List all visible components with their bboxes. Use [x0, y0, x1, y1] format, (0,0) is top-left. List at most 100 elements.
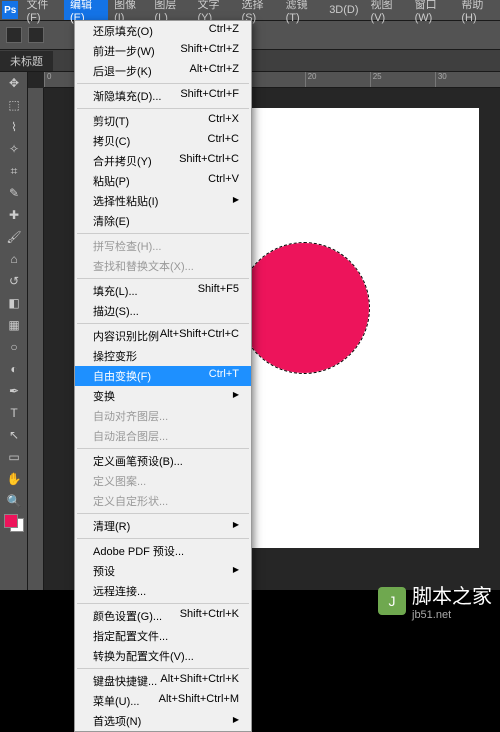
menu-item-label: 预设: [93, 563, 115, 579]
menu-item-label: 远程连接...: [93, 583, 146, 599]
menu-1[interactable]: 编辑(E): [64, 0, 108, 20]
menu-item-shortcut: Shift+F5: [198, 283, 239, 299]
heal-tool[interactable]: ✚: [2, 205, 26, 225]
type-tool[interactable]: T: [2, 403, 26, 423]
menu-item-label: 定义自定形状...: [93, 493, 168, 509]
crop-tool[interactable]: ⌗: [2, 161, 26, 181]
gradient-tool[interactable]: ▦: [2, 315, 26, 335]
blur-tool[interactable]: ○: [2, 337, 26, 357]
brush-tool[interactable]: 🖌: [2, 227, 26, 247]
menu-item[interactable]: 描边(S)...: [75, 301, 251, 321]
watermark: J 脚本之家 jb51.net: [378, 580, 492, 621]
ruler-tick: 25: [370, 72, 435, 87]
menu-item-shortcut: Alt+Ctrl+Z: [189, 63, 239, 79]
menu-item-label: Adobe PDF 预设...: [93, 543, 184, 559]
menu-item[interactable]: 清除(E): [75, 211, 251, 231]
menu-item-shortcut: [229, 193, 239, 209]
menu-item[interactable]: 远程连接...: [75, 581, 251, 601]
menu-item: 定义自定形状...: [75, 491, 251, 511]
menu-item-shortcut: Shift+Ctrl+C: [179, 153, 239, 169]
edit-menu-dropdown: 还原填充(O)Ctrl+Z前进一步(W)Shift+Ctrl+Z后退一步(K)A…: [74, 20, 252, 732]
menu-item[interactable]: 选择性粘贴(I): [75, 191, 251, 211]
opt-icon[interactable]: [28, 27, 44, 43]
menu-item[interactable]: Adobe PDF 预设...: [75, 541, 251, 561]
menu-item[interactable]: 预设: [75, 561, 251, 581]
menu-8[interactable]: 视图(V): [365, 0, 409, 20]
menu-item[interactable]: 自由变换(F)Ctrl+T: [75, 366, 251, 386]
menu-item[interactable]: 清理(R): [75, 516, 251, 536]
menu-item-label: 转换为配置文件(V)...: [93, 648, 194, 664]
menu-item-label: 粘贴(P): [93, 173, 130, 189]
lasso-tool[interactable]: ⌇: [2, 117, 26, 137]
menu-3[interactable]: 图层(L): [148, 0, 191, 20]
menu-item-label: 拼写检查(H)...: [93, 238, 161, 254]
eyedropper-tool[interactable]: ✎: [2, 183, 26, 203]
menu-item-label: 定义图案...: [93, 473, 146, 489]
menu-item-label: 颜色设置(G)...: [93, 608, 162, 624]
menu-0[interactable]: 文件(F): [20, 0, 64, 20]
menu-item[interactable]: 转换为配置文件(V)...: [75, 646, 251, 666]
menu-6[interactable]: 滤镜(T): [280, 0, 324, 20]
menu-item-label: 菜单(U)...: [93, 693, 139, 709]
rect-tool[interactable]: ▭: [2, 447, 26, 467]
stamp-tool[interactable]: ⌂: [2, 249, 26, 269]
menu-item-shortcut: [229, 518, 239, 534]
menu-item-shortcut: [229, 563, 239, 579]
menu-item[interactable]: 指定配置文件...: [75, 626, 251, 646]
menu-item-label: 自动混合图层...: [93, 428, 168, 444]
menu-item[interactable]: 操控变形: [75, 346, 251, 366]
menu-item-shortcut: Ctrl+T: [209, 368, 239, 384]
menu-item[interactable]: 还原填充(O)Ctrl+Z: [75, 21, 251, 41]
menu-item-label: 合并拷贝(Y): [93, 153, 152, 169]
menu-5[interactable]: 选择(S): [236, 0, 280, 20]
menu-item-label: 查找和替换文本(X)...: [93, 258, 194, 274]
menu-item[interactable]: 内容识别比例Alt+Shift+Ctrl+C: [75, 326, 251, 346]
menu-item[interactable]: 剪切(T)Ctrl+X: [75, 111, 251, 131]
menu-10[interactable]: 帮助(H): [455, 0, 500, 20]
menu-4[interactable]: 文字(Y): [191, 0, 235, 20]
menu-item[interactable]: 前进一步(W)Shift+Ctrl+Z: [75, 41, 251, 61]
menu-item[interactable]: 填充(L)...Shift+F5: [75, 281, 251, 301]
menu-item-shortcut: Ctrl+C: [208, 133, 239, 149]
menu-item: 自动混合图层...: [75, 426, 251, 446]
menu-item[interactable]: 粘贴(P)Ctrl+V: [75, 171, 251, 191]
ellipse-selection[interactable]: [239, 243, 369, 373]
menu-item[interactable]: 合并拷贝(Y) Shift+Ctrl+C: [75, 151, 251, 171]
menu-item-label: 选择性粘贴(I): [93, 193, 158, 209]
zoom-tool[interactable]: 🔍: [2, 491, 26, 511]
menu-item[interactable]: 键盘快捷键...Alt+Shift+Ctrl+K: [75, 671, 251, 691]
path-tool[interactable]: ↖: [2, 425, 26, 445]
ruler-vertical: [28, 88, 44, 590]
history-tool[interactable]: ↺: [2, 271, 26, 291]
pen-tool[interactable]: ✒: [2, 381, 26, 401]
menu-item-label: 清理(R): [93, 518, 130, 534]
menu-item[interactable]: 拷贝(C)Ctrl+C: [75, 131, 251, 151]
menu-item[interactable]: 变换: [75, 386, 251, 406]
menu-2[interactable]: 图像(I): [108, 0, 148, 20]
color-swatch[interactable]: [4, 514, 24, 532]
menu-9[interactable]: 窗口(W): [409, 0, 456, 20]
menu-item[interactable]: 定义画笔预设(B)...: [75, 451, 251, 471]
hand-tool[interactable]: ✋: [2, 469, 26, 489]
fg-color[interactable]: [4, 514, 18, 528]
menu-7[interactable]: 3D(D): [323, 0, 364, 20]
tools-panel: ✥⬚⌇✧⌗✎✚🖌⌂↺◧▦○◐✒T↖▭✋🔍: [0, 72, 28, 590]
menu-item[interactable]: 首选项(N): [75, 711, 251, 731]
menu-item-label: 操控变形: [93, 348, 137, 364]
dodge-tool[interactable]: ◐: [2, 359, 26, 379]
ps-logo-icon: Ps: [2, 1, 18, 19]
menu-item-label: 首选项(N): [93, 713, 141, 729]
menu-item[interactable]: 颜色设置(G)...Shift+Ctrl+K: [75, 606, 251, 626]
wand-tool[interactable]: ✧: [2, 139, 26, 159]
menu-item[interactable]: 后退一步(K)Alt+Ctrl+Z: [75, 61, 251, 81]
menu-item-label: 内容识别比例: [93, 328, 159, 344]
document-tab[interactable]: 未标题: [0, 51, 53, 71]
marquee-tool[interactable]: ⬚: [2, 95, 26, 115]
move-tool[interactable]: ✥: [2, 73, 26, 93]
menu-item-label: 指定配置文件...: [93, 628, 168, 644]
menu-item[interactable]: 菜单(U)...Alt+Shift+Ctrl+M: [75, 691, 251, 711]
menu-item[interactable]: 渐隐填充(D)...Shift+Ctrl+F: [75, 86, 251, 106]
menu-item: 定义图案...: [75, 471, 251, 491]
eraser-tool[interactable]: ◧: [2, 293, 26, 313]
opt-icon[interactable]: [6, 27, 22, 43]
